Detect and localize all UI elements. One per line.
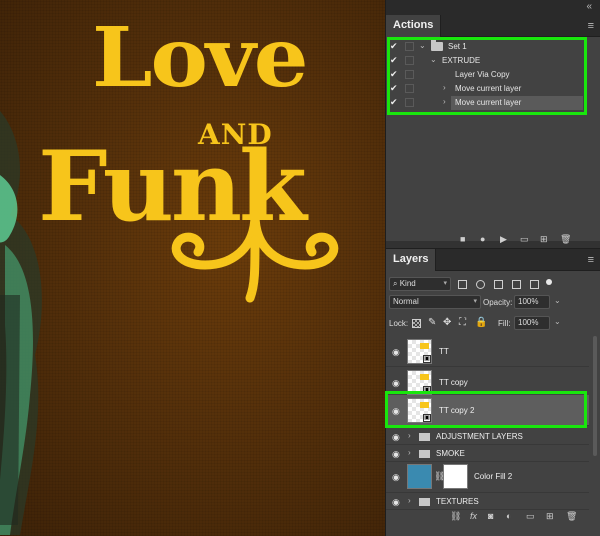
- fill-input[interactable]: 100%: [514, 316, 550, 330]
- lock-all-icon[interactable]: 🔒: [475, 317, 487, 328]
- fx-icon[interactable]: fx: [470, 511, 477, 521]
- fill-value: 100%: [518, 318, 539, 327]
- layer-name: Color Fill 2: [474, 472, 513, 481]
- annotation-highlight-box: [387, 37, 587, 115]
- annotation-highlight-box: [385, 391, 587, 428]
- lock-artboard-icon[interactable]: ⛶: [459, 317, 466, 328]
- layer-group-row[interactable]: ◉ › ADJUSTMENT LAYERS: [386, 428, 589, 445]
- folder-icon: [419, 433, 430, 441]
- collapse-panels-icon[interactable]: «: [586, 1, 592, 12]
- layer-group-row[interactable]: ◉ › SMOKE: [386, 445, 589, 462]
- lock-label: Lock:: [389, 319, 409, 328]
- fill-label: Fill:: [498, 319, 511, 328]
- pixel-filter-icon[interactable]: [458, 280, 467, 289]
- delete-icon[interactable]: 🗑: [560, 234, 571, 245]
- eye-icon[interactable]: ◉: [392, 472, 400, 483]
- panel-menu-icon[interactable]: ≡: [588, 20, 594, 32]
- layer-name: TT copy: [439, 378, 468, 387]
- eye-icon[interactable]: ◉: [392, 449, 400, 460]
- logo-swirl-flourish: [171, 210, 339, 303]
- chevron-down-icon: ▾: [473, 298, 477, 305]
- actions-toolbar: ■ ● ▶ ▭ ⊞ 🗑: [386, 234, 600, 248]
- layer-name: TEXTURES: [436, 497, 479, 506]
- folder-icon: [419, 498, 430, 506]
- new-set-icon[interactable]: ▭: [520, 234, 529, 245]
- chevron-right-icon[interactable]: ›: [408, 431, 411, 440]
- filter-toggle-icon[interactable]: [546, 279, 552, 285]
- link-layers-icon[interactable]: ⛓: [450, 511, 461, 522]
- logo-word-love: Love: [92, 10, 308, 106]
- play-icon[interactable]: ▶: [500, 234, 507, 245]
- smart-object-filter-icon[interactable]: [530, 280, 539, 289]
- filter-kind-value: Kind: [399, 279, 416, 288]
- actions-panel: ✔ ⌄ Set 1 ✔ ⌄ EXTRUDE ✔ Layer Via Copy ✔…: [386, 37, 600, 244]
- panels-dock: « Actions ≡ ✔ ⌄ Set 1 ✔ ⌄ EXTRUDE ✔ Laye…: [385, 0, 600, 536]
- layers-toolbar: ⛓ fx ◙ ◐ ▭ ⊞ 🗑: [386, 511, 600, 525]
- new-action-icon[interactable]: ⊞: [540, 234, 548, 245]
- lock-transparency-icon[interactable]: [412, 319, 421, 328]
- opacity-input[interactable]: 100%: [514, 295, 550, 309]
- layer-thumbnail: ▣: [407, 339, 432, 364]
- eye-icon[interactable]: ◉: [392, 378, 400, 389]
- new-layer-icon[interactable]: ⊞: [546, 511, 554, 522]
- filter-kind-select[interactable]: ⌕ Kind ▾: [389, 277, 451, 291]
- layer-group-row[interactable]: ◉ › TEXTURES: [386, 493, 589, 510]
- actions-tab-bar: Actions ≡: [386, 15, 600, 37]
- layers-tab-bar: Layers ≡: [386, 248, 600, 271]
- layer-mask-icon[interactable]: ◙: [488, 511, 493, 521]
- tab-actions[interactable]: Actions: [386, 15, 442, 37]
- opacity-dropdown-icon[interactable]: ⌄: [554, 296, 561, 305]
- chevron-right-icon[interactable]: ›: [408, 448, 411, 457]
- layer-filter-row: ⌕ Kind ▾: [386, 275, 600, 293]
- layer-row[interactable]: ◉ ▣ TT: [386, 336, 589, 367]
- blend-mode-select[interactable]: Normal ▾: [389, 295, 481, 309]
- smart-object-badge-icon: ▣: [423, 355, 431, 363]
- shape-filter-icon[interactable]: [512, 280, 521, 289]
- layer-name: ADJUSTMENT LAYERS: [436, 432, 523, 441]
- panel-menu-icon[interactable]: ≡: [588, 254, 594, 266]
- eye-icon[interactable]: ◉: [392, 497, 400, 508]
- fill-dropdown-icon[interactable]: ⌄: [554, 317, 561, 326]
- eye-icon[interactable]: ◉: [392, 347, 400, 358]
- adjustment-layer-icon[interactable]: ◐: [506, 511, 511, 521]
- folder-icon: [419, 450, 430, 458]
- adjustment-filter-icon[interactable]: [476, 280, 485, 289]
- layer-name: SMOKE: [436, 449, 465, 458]
- eye-icon[interactable]: ◉: [392, 432, 400, 443]
- blend-mode-value: Normal: [393, 297, 419, 306]
- stop-icon[interactable]: ■: [460, 234, 465, 244]
- layer-row[interactable]: ◉ ⛓ Color Fill 2: [386, 461, 589, 493]
- delete-icon[interactable]: 🗑: [566, 511, 577, 522]
- record-icon[interactable]: ●: [480, 234, 485, 244]
- lock-brush-icon[interactable]: ✎: [428, 317, 436, 328]
- mask-thumbnail: [443, 464, 468, 489]
- layers-panel: ⌕ Kind ▾ Normal ▾ Opacity: 100% ⌄ Lock: …: [385, 271, 600, 536]
- dock-top-strip: «: [386, 0, 600, 15]
- fill-color-thumbnail: [407, 464, 432, 489]
- chevron-right-icon[interactable]: ›: [408, 496, 411, 505]
- chevron-down-icon: ▾: [443, 280, 447, 287]
- new-group-icon[interactable]: ▭: [526, 511, 535, 522]
- type-filter-icon[interactable]: [494, 280, 503, 289]
- search-icon: ⌕: [393, 279, 400, 288]
- tab-layers[interactable]: Layers: [386, 249, 437, 271]
- opacity-value: 100%: [518, 297, 539, 306]
- opacity-label: Opacity:: [483, 298, 513, 307]
- document-canvas[interactable]: Love AND Funk: [0, 0, 385, 536]
- layer-name: TT: [439, 347, 449, 356]
- lock-position-icon[interactable]: ✥: [443, 317, 451, 328]
- scrollbar[interactable]: [593, 336, 597, 456]
